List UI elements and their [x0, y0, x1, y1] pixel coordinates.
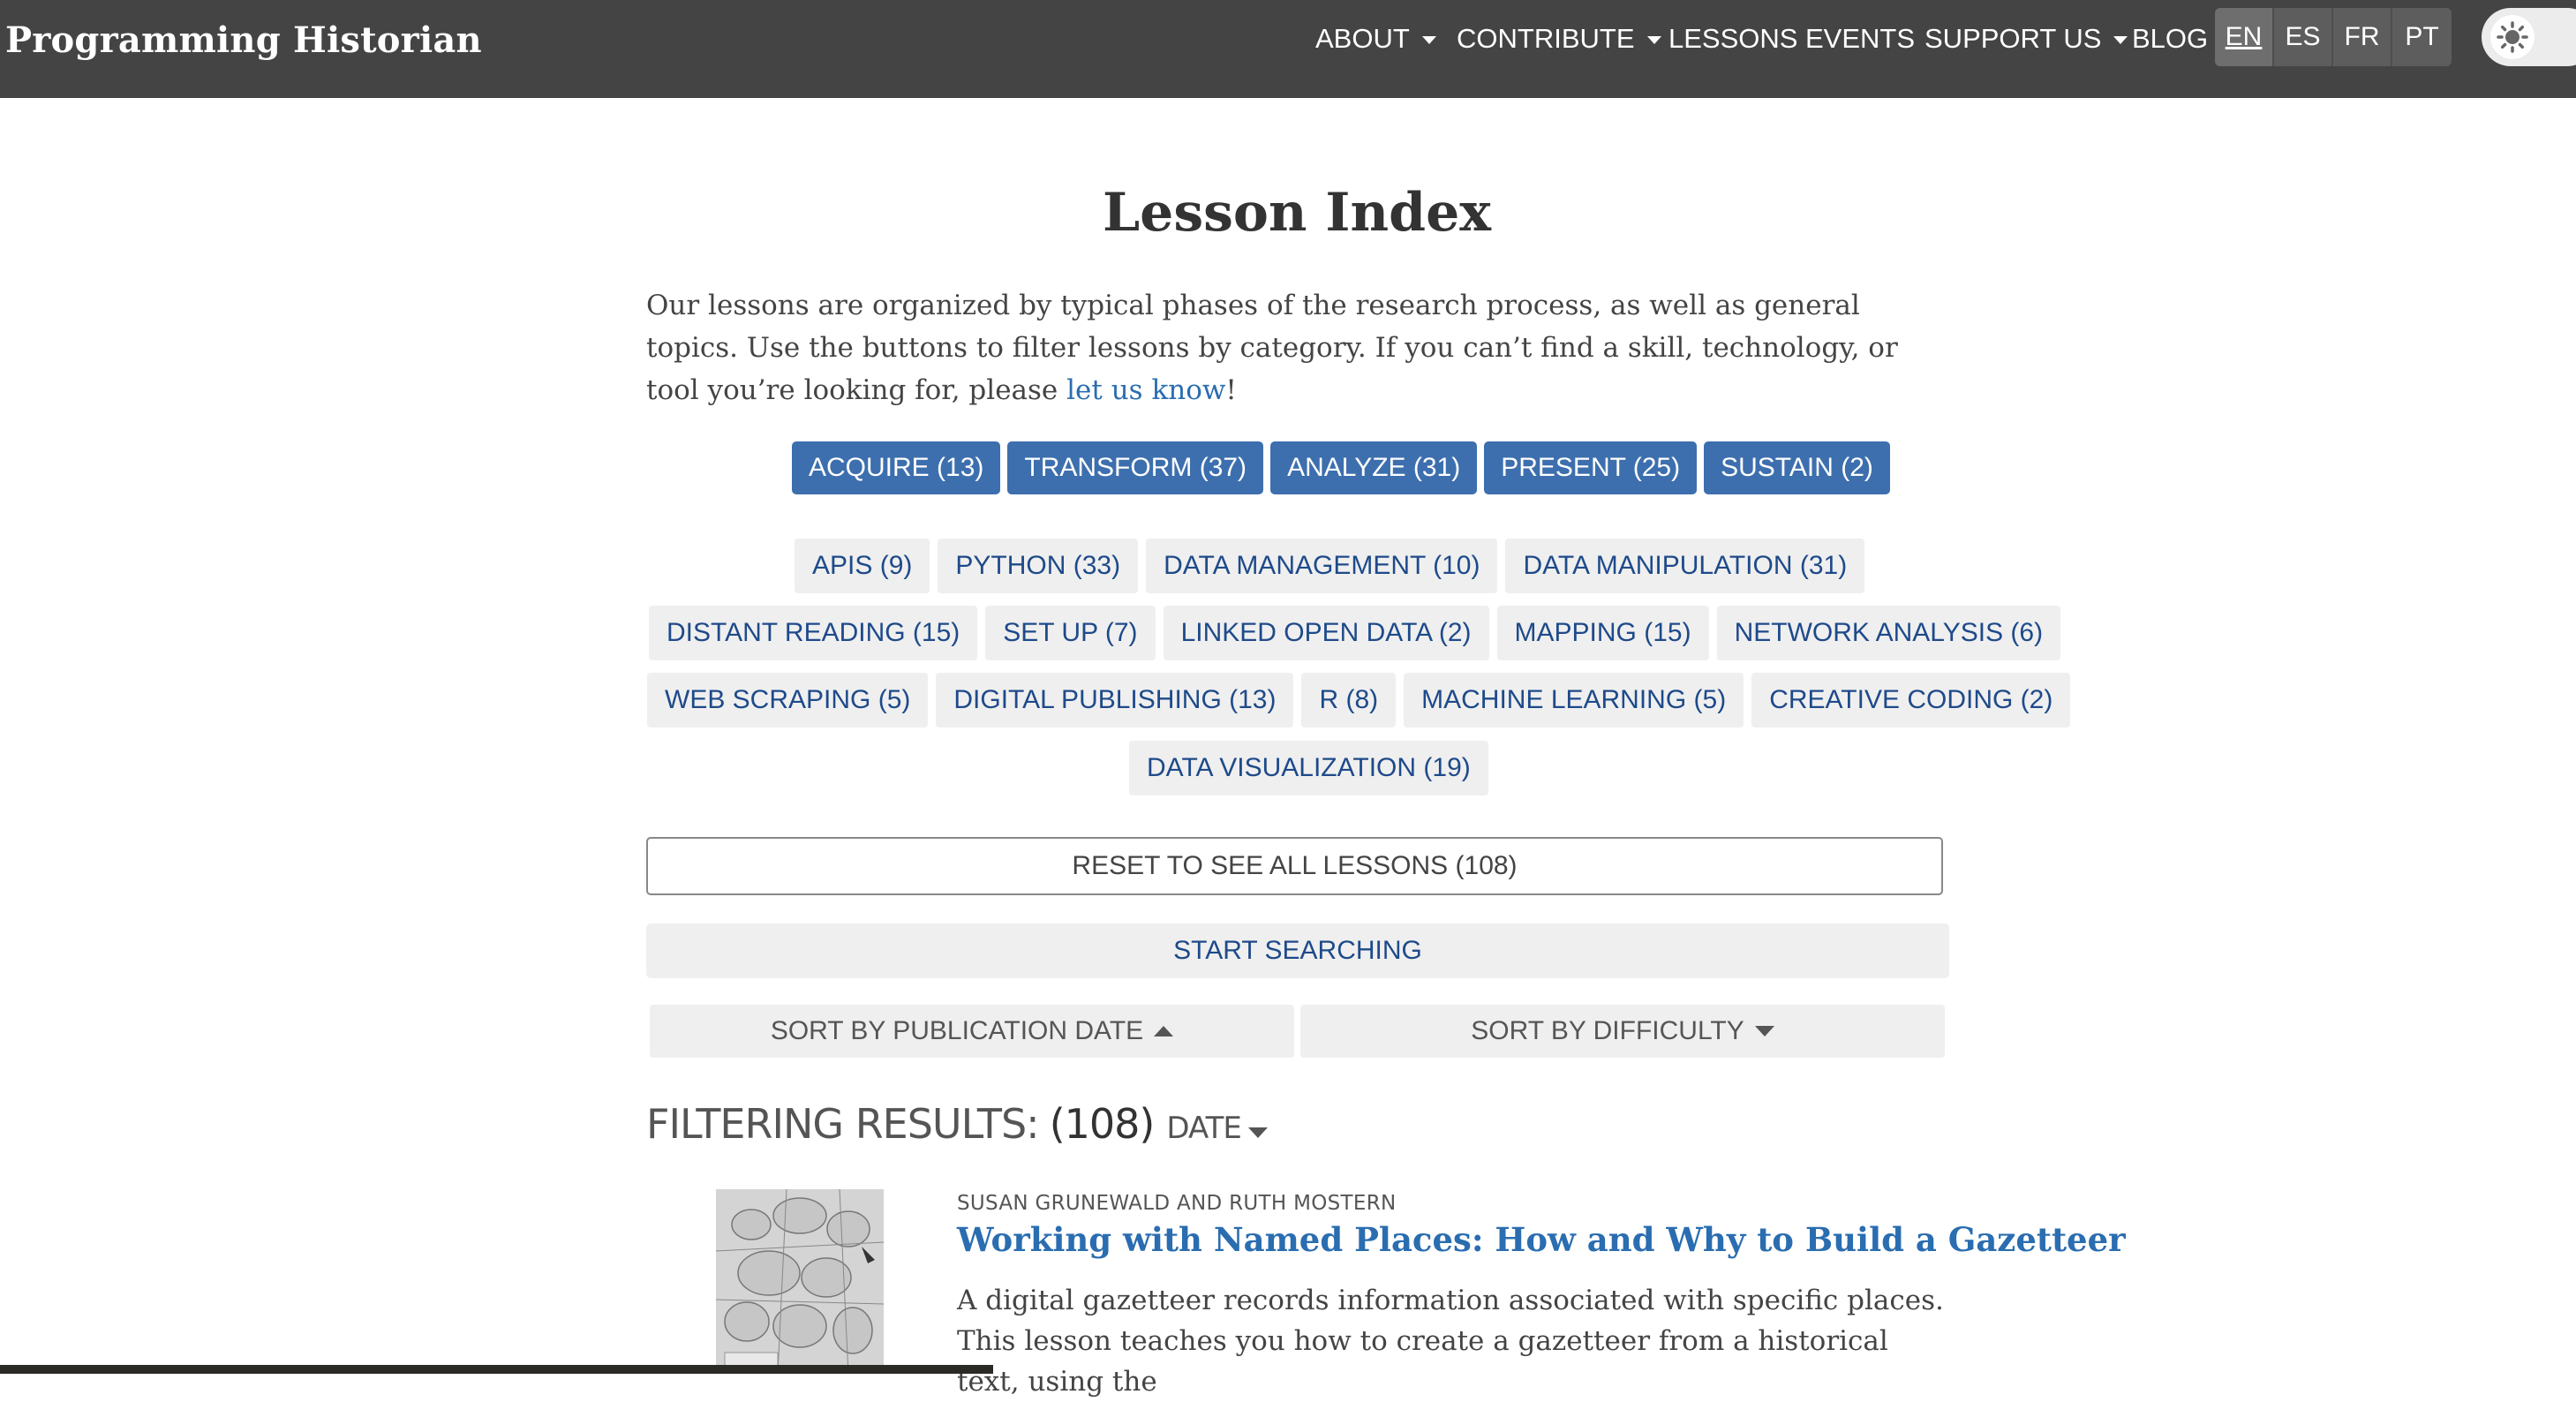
filter-python-button[interactable]: PYTHON (33) [938, 539, 1139, 593]
lang-pt-button[interactable]: PT [2392, 8, 2452, 66]
filter-present-button[interactable]: PRESENT (25) [1484, 441, 1698, 494]
filter-apis-button[interactable]: APIS (9) [795, 539, 930, 593]
sun-icon [2497, 21, 2528, 53]
site-brand[interactable]: Programming Historian [5, 19, 482, 61]
results-count: (108) [1049, 1100, 1156, 1148]
filter-web-scraping-button[interactable]: WEB SCRAPING (5) [647, 673, 929, 727]
filter-digital-publishing-button[interactable]: DIGITAL PUBLISHING (13) [936, 673, 1294, 727]
nav-lessons-label: LESSONS [1668, 23, 1798, 54]
topic-filter-row-4: DATA VISUALIZATION (19) [1129, 741, 1488, 795]
intro-end: ! [1225, 374, 1237, 406]
filter-r-button[interactable]: R (8) [1301, 673, 1397, 727]
caret-down-icon [1754, 1026, 1774, 1036]
let-us-know-link[interactable]: let us know [1066, 374, 1225, 406]
start-searching-button[interactable]: START SEARCHING [646, 923, 1949, 978]
filter-distant-reading-button[interactable]: DISTANT READING (15) [649, 606, 978, 660]
nav-contribute-label: CONTRIBUTE [1457, 23, 1635, 54]
topic-filter-row-1: APIS (9) PYTHON (33) DATA MANAGEMENT (10… [795, 539, 1865, 593]
lesson-description: A digital gazetteer records information … [957, 1285, 1944, 1398]
caret-up-icon [1154, 1026, 1174, 1036]
sort-by-difficulty-label: SORT BY DIFFICULTY [1471, 1016, 1744, 1045]
theme-toggle-knob [2490, 15, 2535, 59]
intro-paragraph: Our lessons are organized by typical pha… [646, 284, 1944, 411]
filter-data-manipulation-button[interactable]: DATA MANIPULATION (31) [1505, 539, 1865, 593]
filter-network-analysis-button[interactable]: NETWORK ANALYSIS (6) [1716, 606, 2061, 660]
lesson-thumbnail[interactable] [716, 1189, 884, 1374]
results-sort-label[interactable]: DATE [1166, 1111, 1241, 1146]
filter-set-up-button[interactable]: SET UP (7) [985, 606, 1156, 660]
nav-about-label: ABOUT [1315, 23, 1410, 54]
caret-down-icon [1247, 1127, 1268, 1138]
filter-acquire-button[interactable]: ACQUIRE (13) [792, 441, 1001, 494]
nav-support-us[interactable]: SUPPORT US [1924, 23, 2128, 55]
nav-about[interactable]: ABOUT [1315, 23, 1436, 55]
results-label: FILTERING RESULTS: [646, 1100, 1040, 1148]
results-heading: FILTERING RESULTS: (108) DATE [646, 1100, 1268, 1148]
filter-linked-open-data-button[interactable]: LINKED OPEN DATA (2) [1163, 606, 1489, 660]
sort-by-difficulty-button[interactable]: SORT BY DIFFICULTY [1300, 1005, 1945, 1058]
language-switcher: EN ES FR PT [2215, 8, 2452, 66]
filter-analyze-button[interactable]: ANALYZE (31) [1270, 441, 1478, 494]
nav-contribute[interactable]: CONTRIBUTE [1457, 23, 1661, 55]
next-card-edge [0, 1365, 993, 1374]
nav-lessons[interactable]: LESSONS [1668, 23, 1797, 55]
filter-machine-learning-button[interactable]: MACHINE LEARNING (5) [1404, 673, 1744, 727]
nav-blog-label: BLOG [2132, 23, 2209, 54]
phase-filter-row: ACQUIRE (13) TRANSFORM (37) ANALYZE (31)… [792, 441, 1890, 494]
chevron-down-icon [1646, 36, 1661, 45]
reset-filters-button[interactable]: RESET TO SEE ALL LESSONS (108) [646, 837, 1943, 895]
nav-events[interactable]: EVENTS [1805, 23, 1915, 55]
lang-es-button[interactable]: ES [2274, 8, 2333, 66]
topic-filter-row-2: DISTANT READING (15) SET UP (7) LINKED O… [649, 606, 2061, 660]
lesson-title-link[interactable]: Working with Named Places: How and Why t… [957, 1220, 2126, 1259]
page-title: Lesson Index [1102, 182, 1492, 244]
filter-creative-coding-button[interactable]: CREATIVE CODING (2) [1751, 673, 2071, 727]
filter-transform-button[interactable]: TRANSFORM (37) [1007, 441, 1264, 494]
sort-by-date-button[interactable]: SORT BY PUBLICATION DATE [650, 1005, 1294, 1058]
nav-events-label: EVENTS [1805, 23, 1916, 54]
theme-toggle[interactable] [2482, 8, 2576, 66]
lang-fr-button[interactable]: FR [2333, 8, 2392, 66]
gazetteer-map-image [716, 1189, 884, 1374]
chevron-down-icon [2113, 36, 2128, 45]
top-navbar: Programming Historian ABOUT CONTRIBUTE L… [0, 0, 2576, 98]
lang-en-button[interactable]: EN [2215, 8, 2274, 66]
lesson-author: SUSAN GRUNEWALD AND RUTH MOSTERN [957, 1192, 1397, 1215]
filter-sustain-button[interactable]: SUSTAIN (2) [1704, 441, 1890, 494]
filter-mapping-button[interactable]: MAPPING (15) [1496, 606, 1709, 660]
topic-filter-row-3: WEB SCRAPING (5) DIGITAL PUBLISHING (13)… [647, 673, 2071, 727]
nav-support-us-label: SUPPORT US [1924, 23, 2102, 54]
sort-by-date-label: SORT BY PUBLICATION DATE [770, 1016, 1144, 1045]
nav-blog[interactable]: BLOG [2132, 23, 2208, 55]
intro-text: Our lessons are organized by typical pha… [646, 290, 1898, 406]
filter-data-visualization-button[interactable]: DATA VISUALIZATION (19) [1129, 741, 1488, 795]
filter-data-management-button[interactable]: DATA MANAGEMENT (10) [1146, 539, 1498, 593]
chevron-down-icon [1421, 36, 1436, 45]
